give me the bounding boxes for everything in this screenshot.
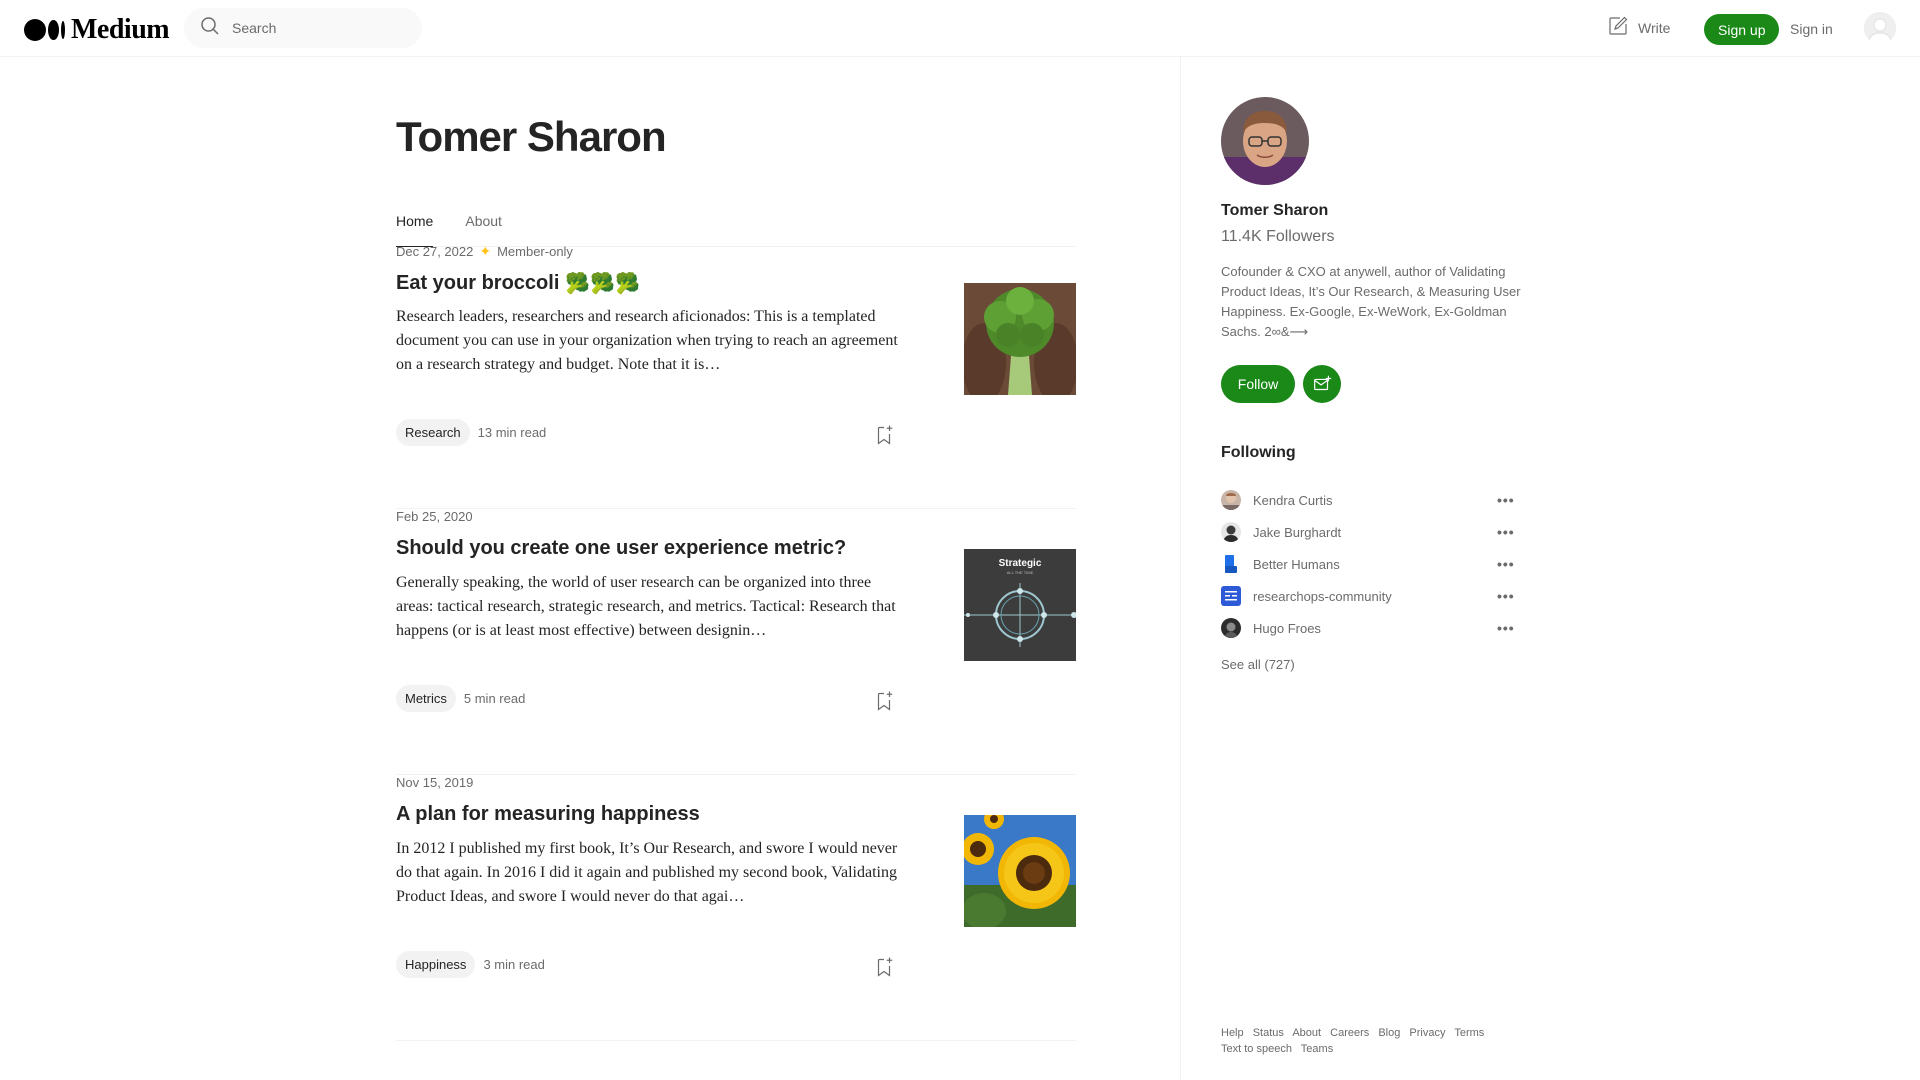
- footer-link-about[interactable]: About: [1292, 1027, 1321, 1039]
- post-thumbnail-broccoli[interactable]: [964, 283, 1076, 395]
- write-icon: [1606, 14, 1630, 41]
- following-item[interactable]: Jake Burghardt •••: [1221, 516, 1521, 548]
- more-options-icon[interactable]: •••: [1497, 492, 1515, 508]
- bookmark-icon[interactable]: [872, 689, 896, 713]
- more-options-icon[interactable]: •••: [1497, 620, 1515, 636]
- bookmark-icon[interactable]: [872, 955, 896, 979]
- see-all-following-link[interactable]: See all (727): [1221, 657, 1295, 672]
- post-meta-bottom: Metrics 5 min read: [396, 685, 525, 712]
- profile-sidebar: Tomer Sharon 11.4K Followers Cofounder &…: [1180, 57, 1920, 1080]
- post-meta-top: Nov 15, 2019: [396, 775, 473, 790]
- tab-home[interactable]: Home: [396, 205, 434, 247]
- following-avatar: [1221, 618, 1241, 638]
- thumbnail-title: Strategic: [999, 558, 1042, 569]
- post-title[interactable]: Eat your broccoli 🥦🥦🥦: [396, 271, 916, 296]
- following-item[interactable]: Hugo Froes •••: [1221, 612, 1521, 644]
- following-item[interactable]: researchops-community •••: [1221, 580, 1521, 612]
- post-title[interactable]: Should you create one user experience me…: [396, 537, 916, 560]
- footer-link-text-to-speech[interactable]: Text to speech: [1221, 1043, 1292, 1055]
- member-star-icon: ✦: [479, 243, 492, 259]
- post-thumbnail-strategic-diagram[interactable]: Strategic ALL THE TIME: [964, 549, 1076, 661]
- read-time: 5 min read: [463, 691, 526, 706]
- broccoli-emoji: 🥦🥦🥦: [565, 273, 641, 295]
- follow-button[interactable]: Follow: [1221, 365, 1295, 403]
- footer-link-teams[interactable]: Teams: [1301, 1043, 1333, 1055]
- read-time: 13 min read: [477, 425, 547, 440]
- following-item[interactable]: Kendra Curtis •••: [1221, 484, 1521, 516]
- post-title-text: A plan for measuring happiness: [396, 803, 700, 825]
- post-title-text: Eat your broccoli: [396, 272, 560, 294]
- tab-about[interactable]: About: [465, 205, 502, 247]
- sign-in-link[interactable]: Sign in: [1790, 21, 1833, 37]
- following-item[interactable]: Better Humans •••: [1221, 548, 1521, 580]
- bookmark-icon[interactable]: [872, 423, 896, 447]
- profile-tabs: Home About: [396, 205, 1076, 247]
- more-options-icon[interactable]: •••: [1497, 556, 1515, 572]
- post-thumbnail-sunflowers[interactable]: [964, 815, 1076, 927]
- followers-count[interactable]: 11.4K Followers: [1221, 228, 1335, 246]
- write-label: Write: [1638, 19, 1671, 36]
- search-box[interactable]: [184, 8, 422, 48]
- following-avatar: [1221, 554, 1241, 574]
- footer-link-careers[interactable]: Careers: [1330, 1027, 1369, 1039]
- page-title: Tomer Sharon: [396, 113, 667, 160]
- following-name: Hugo Froes: [1253, 620, 1321, 636]
- medium-logo[interactable]: Medium: [24, 14, 170, 46]
- following-avatar: [1221, 490, 1241, 510]
- post-meta-top: Dec 27, 2022 ✦ Member-only: [396, 243, 573, 260]
- thumbnail-subtitle: ALL THE TIME: [1007, 570, 1034, 575]
- following-avatar: [1221, 522, 1241, 542]
- following-heading: Following: [1221, 444, 1296, 461]
- footer-links: Help Status About Careers Blog Privacy T…: [1221, 1025, 1501, 1057]
- footer-link-status[interactable]: Status: [1253, 1027, 1284, 1039]
- post-excerpt[interactable]: Generally speaking, the world of user re…: [396, 571, 906, 643]
- following-list: Kendra Curtis ••• Jake Burghardt ••• Bet…: [1221, 484, 1521, 644]
- following-avatar: [1221, 586, 1241, 606]
- member-only-label: Member-only: [497, 244, 573, 259]
- post-meta-bottom: Research 13 min read: [396, 419, 546, 446]
- profile-name[interactable]: Tomer Sharon: [1221, 202, 1328, 220]
- post-tag[interactable]: Happiness: [396, 951, 476, 978]
- sign-up-button[interactable]: Sign up: [1704, 14, 1780, 45]
- read-time: 3 min read: [483, 957, 545, 972]
- user-avatar[interactable]: [1864, 12, 1896, 44]
- post-tag[interactable]: Metrics: [396, 685, 456, 712]
- mail-plus-icon: [1314, 375, 1332, 391]
- more-options-icon[interactable]: •••: [1497, 588, 1515, 604]
- medium-logo-icon: [24, 19, 65, 41]
- footer-link-privacy[interactable]: Privacy: [1409, 1027, 1445, 1039]
- following-name: Better Humans: [1253, 556, 1340, 572]
- logo-text: Medium: [71, 14, 170, 45]
- top-navigation-bar: Medium Write Sign up Sign in: [0, 0, 1920, 57]
- following-name: Kendra Curtis: [1253, 492, 1333, 508]
- post-date: Dec 27, 2022: [396, 244, 474, 259]
- post-card[interactable]: Feb 25, 2020 Should you create one user …: [396, 509, 1076, 775]
- post-meta-bottom: Happiness 3 min read: [396, 951, 545, 978]
- subscribe-email-button[interactable]: [1303, 365, 1341, 403]
- footer-link-terms[interactable]: Terms: [1454, 1027, 1484, 1039]
- more-options-icon[interactable]: •••: [1497, 524, 1515, 540]
- profile-avatar[interactable]: [1221, 97, 1309, 185]
- post-tag[interactable]: Research: [396, 419, 470, 446]
- post-title-text: Should you create one user experience me…: [396, 537, 847, 559]
- post-card[interactable]: Nov 15, 2019 A plan for measuring happin…: [396, 775, 1076, 1041]
- post-meta-top: Feb 25, 2020: [396, 509, 473, 524]
- default-user-icon: [1864, 12, 1896, 44]
- profile-bio: Cofounder & CXO at anywell, author of Va…: [1221, 264, 1521, 339]
- post-card[interactable]: Dec 27, 2022 ✦ Member-only Eat your broc…: [396, 243, 1076, 509]
- post-excerpt[interactable]: In 2012 I published my first book, It’s …: [396, 837, 906, 909]
- write-button[interactable]: Write: [1606, 14, 1670, 41]
- post-title[interactable]: A plan for measuring happiness: [396, 803, 916, 826]
- post-date: Feb 25, 2020: [396, 509, 473, 524]
- footer-link-help[interactable]: Help: [1221, 1027, 1244, 1039]
- post-excerpt[interactable]: Research leaders, researchers and resear…: [396, 305, 906, 377]
- footer-link-blog[interactable]: Blog: [1378, 1027, 1400, 1039]
- following-name: researchops-community: [1253, 588, 1392, 604]
- post-date: Nov 15, 2019: [396, 775, 474, 790]
- following-name: Jake Burghardt: [1253, 524, 1342, 540]
- search-input[interactable]: [232, 20, 412, 36]
- search-icon: [198, 14, 222, 43]
